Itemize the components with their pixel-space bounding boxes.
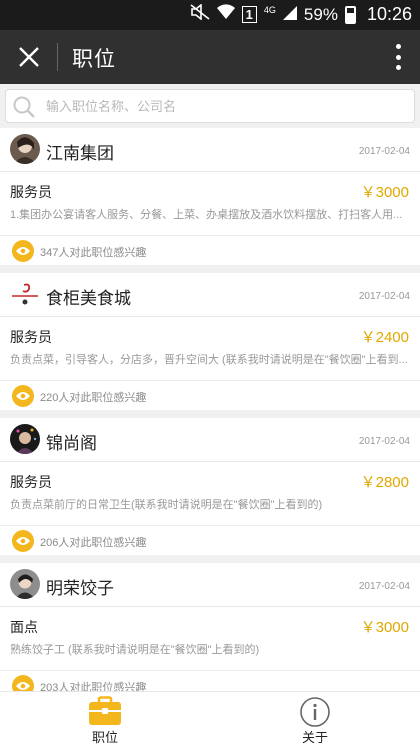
salary: ￥3000 [360,619,409,636]
post-date: 2017-02-04 [358,146,410,157]
job-card[interactable]: 锦尚阁 2017-02-04 服务员 ￥2800 负责点菜前厅的日常卫生(联系我… [0,418,420,555]
post-date: 2017-02-04 [358,581,410,592]
appbar-divider [57,43,58,71]
job-title: 面点 [10,619,38,635]
eye-icon [12,385,34,407]
network-label: 4G [263,4,276,15]
company-avatar [10,279,40,309]
job-card-footer: 220人对此职位感兴趣 [0,385,420,407]
job-card-body: 服务员 ￥2400 负责点菜，引导客人，分店多，晋升空间大 (联系我时请说明是在… [0,317,420,381]
clock: 10:26 [366,4,412,24]
job-card-header: 江南集团 2017-02-04 [0,128,420,172]
briefcase-icon [88,696,122,731]
company-avatar [10,569,40,599]
mute-icon [190,3,210,25]
sim-label: 1 [241,6,257,23]
company-avatar [10,134,40,164]
salary: ￥2800 [360,474,409,491]
job-list: 江南集团 2017-02-04 服务员 ￥3000 1.集团办公宴请客人服务、分… [0,128,420,691]
job-card-header: 锦尚阁 2017-02-04 [0,418,420,462]
app-bar: 职位 [0,30,420,84]
search-icon [12,95,36,124]
search-input[interactable] [46,94,406,118]
tab-label: 职位 [91,730,118,745]
job-description: 负责点菜，引导客人，分店多，晋升空间大 (联系我时请说明是在"餐饮圈"上看到..… [10,354,408,366]
tab-jobs[interactable]: 职位 [0,692,210,747]
interest-count: 203人对此职位感兴趣 [40,682,147,691]
interest-count: 220人对此职位感兴趣 [40,392,147,404]
wifi-icon [216,4,235,25]
close-icon[interactable] [14,42,44,72]
job-card-header: 食柜美食城 2017-02-04 [0,273,420,317]
job-description: 负责点菜前厅的日常卫生(联系我时请说明是在"餐饮圈"上看到的) [10,499,323,511]
status-bar: 1 4G 59% 10:26 [0,0,420,30]
company-name: 江南集团 [46,144,114,163]
battery-icon [344,5,356,24]
battery-percent: 59% [303,4,338,24]
company-name: 锦尚阁 [46,434,97,453]
salary: ￥3000 [360,184,409,201]
tab-about[interactable]: 关于 [210,692,420,747]
company-name: 食柜美食城 [46,289,131,308]
eye-icon [12,240,34,262]
job-description: 1.集团办公宴请客人服务、分餐、上菜、办桌摆放及酒水饮料摆放、打扫客人用... [10,209,403,221]
job-title: 服务员 [10,184,52,200]
eye-icon [12,530,34,552]
job-card[interactable]: 江南集团 2017-02-04 服务员 ￥3000 1.集团办公宴请客人服务、分… [0,128,420,265]
job-card-footer: 206人对此职位感兴趣 [0,530,420,552]
job-title: 服务员 [10,329,52,345]
job-card[interactable]: 食柜美食城 2017-02-04 服务员 ￥2400 负责点菜，引导客人，分店多… [0,273,420,410]
post-date: 2017-02-04 [358,291,410,302]
job-title: 服务员 [10,474,52,490]
eye-icon [12,675,34,691]
signal-icon [282,5,297,25]
search-box[interactable] [5,89,415,123]
job-card-footer: 203人对此职位感兴趣 [0,675,420,691]
job-card-body: 服务员 ￥3000 1.集团办公宴请客人服务、分餐、上菜、办桌摆放及酒水饮料摆放… [0,172,420,236]
page-title: 职位 [72,48,116,71]
tab-label: 关于 [301,730,328,745]
job-card-body: 面点 ￥3000 熟练饺子工 (联系我时请说明是在"餐饮圈"上看到的) [0,607,420,671]
post-date: 2017-02-04 [358,436,410,447]
search-bar [0,84,420,128]
more-vertical-icon[interactable] [394,44,402,70]
salary: ￥2400 [360,329,409,346]
job-description: 熟练饺子工 (联系我时请说明是在"餐饮圈"上看到的) [10,644,260,656]
company-avatar [10,424,40,454]
job-card-footer: 347人对此职位感兴趣 [0,240,420,262]
interest-count: 347人对此职位感兴趣 [40,247,147,259]
company-name: 明荣饺子 [46,579,114,598]
interest-count: 206人对此职位感兴趣 [40,537,147,549]
tab-bar: 职位 关于 [0,691,420,747]
job-card-header: 明荣饺子 2017-02-04 [0,563,420,607]
job-card-body: 服务员 ￥2800 负责点菜前厅的日常卫生(联系我时请说明是在"餐饮圈"上看到的… [0,462,420,526]
job-card[interactable]: 明荣饺子 2017-02-04 面点 ￥3000 熟练饺子工 (联系我时请说明是… [0,563,420,691]
